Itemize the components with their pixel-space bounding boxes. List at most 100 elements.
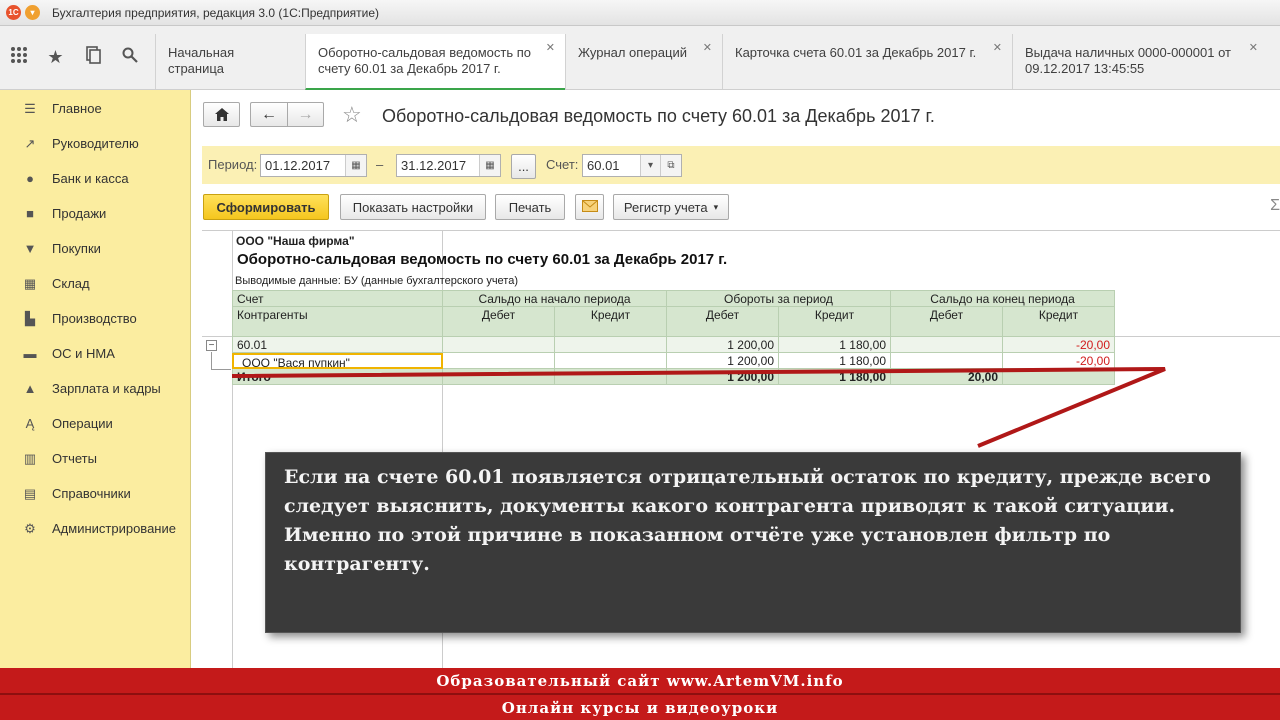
sidebar-item-label: Главное: [52, 101, 102, 116]
home-button[interactable]: [203, 102, 240, 127]
close-icon[interactable]: ✕: [993, 40, 1002, 56]
report-company: ООО "Наша фирма": [236, 234, 355, 248]
search-icon[interactable]: [111, 47, 148, 68]
back-button[interactable]: ←: [250, 102, 287, 127]
footer-banner: Образовательный сайт www.ArtemVM.info Он…: [0, 668, 1280, 720]
sidebar-item-management[interactable]: ↗ Руководителю: [0, 126, 191, 161]
period-label: Период:: [208, 157, 258, 172]
sidebar-item-label: Покупки: [52, 241, 101, 256]
annotation-note: Если на счете 60.01 появляется отрицател…: [265, 452, 1241, 633]
apps-grid-icon[interactable]: [0, 46, 37, 69]
factory-icon: ▙: [25, 310, 35, 326]
favorite-star-icon[interactable]: ☆: [342, 102, 362, 128]
sidebar-item-catalogs[interactable]: ▤ Справочники: [0, 476, 191, 511]
date-from-input[interactable]: 01.12.2017 ▦: [260, 154, 367, 177]
assets-icon: ▬: [23, 346, 37, 361]
sidebar-item-operations[interactable]: Ą Операции: [0, 406, 191, 441]
header-debit: Дебет: [667, 307, 779, 337]
header-debit: Дебет: [443, 307, 555, 337]
tab-account-card[interactable]: Карточка счета 60.01 за Декабрь 2017 г. …: [722, 34, 1012, 89]
main-menu-icon[interactable]: ▾: [25, 5, 40, 20]
chevron-down-icon[interactable]: ▾: [640, 155, 661, 176]
generate-button[interactable]: Сформировать: [203, 194, 329, 220]
note-text-2: Именно по этой причине в показанном отчё…: [284, 524, 1111, 575]
date-to-input[interactable]: 31.12.2017 ▦: [396, 154, 501, 177]
calendar-icon[interactable]: ▦: [479, 155, 500, 176]
tab-osv-report[interactable]: Оборотно-сальдовая ведомость по счету 60…: [305, 34, 565, 90]
history-icon[interactable]: [74, 46, 111, 69]
collapse-toggle-icon[interactable]: −: [206, 340, 217, 351]
sidebar-item-label: Операции: [52, 416, 113, 431]
sum-icon[interactable]: Σ: [1270, 197, 1280, 215]
cell-turn-credit: 1 180,00: [779, 353, 891, 369]
tab-label: Начальная страница: [168, 45, 235, 76]
tab-home[interactable]: Начальная страница: [155, 34, 305, 89]
operations-icon: Ą: [25, 416, 35, 431]
sidebar-item-assets[interactable]: ▬ ОС и НМА: [0, 336, 191, 371]
cell-turn-debit: 1 200,00: [667, 369, 779, 385]
show-settings-label: Показать настройки: [352, 199, 474, 215]
tab-label: Оборотно-сальдовая ведомость по счету 60…: [318, 45, 531, 76]
sidebar-item-production[interactable]: ▙ Производство: [0, 301, 191, 336]
tab-cash-issue[interactable]: Выдача наличных 0000-000001 от 09.12.201…: [1012, 34, 1268, 89]
sidebar-item-warehouse[interactable]: ▦ Склад: [0, 266, 191, 301]
header-opening: Сальдо на начало периода: [443, 290, 667, 307]
print-button[interactable]: Печать: [495, 194, 565, 220]
cell-close-debit: 20,00: [891, 369, 1003, 385]
show-settings-button[interactable]: Показать настройки: [340, 194, 486, 220]
open-icon[interactable]: ⧉: [660, 155, 681, 176]
sidebar-item-bank[interactable]: ● Банк и касса: [0, 161, 191, 196]
calendar-icon[interactable]: ▦: [345, 155, 366, 176]
sidebar-item-label: Банк и касса: [52, 171, 129, 186]
table-row-account[interactable]: 60.01: [232, 337, 443, 353]
table-row-counterparty[interactable]: ООО "Вася пупкин": [232, 353, 443, 369]
tab-label: Карточка счета 60.01 за Декабрь 2017 г.: [735, 45, 977, 60]
cell-open-debit: [443, 369, 555, 385]
cell-open-credit: [555, 353, 667, 369]
header-counterparties: Контрагенты: [232, 307, 443, 337]
tree-line: [211, 369, 231, 370]
header-closing: Сальдо на конец периода: [891, 290, 1115, 307]
people-icon: ▲: [23, 381, 37, 396]
ruble-coin-icon: ●: [26, 171, 34, 186]
period-select-button[interactable]: ...: [511, 154, 536, 179]
sidebar-item-label: Склад: [52, 276, 90, 291]
cell-turn-credit: 1 180,00: [779, 369, 891, 385]
tab-label: Журнал операций: [578, 45, 687, 60]
sidebar-item-sales[interactable]: ■ Продажи: [0, 196, 191, 231]
sidebar-item-reports[interactable]: ▥ Отчеты: [0, 441, 191, 476]
catalogs-icon: ▤: [23, 485, 37, 501]
cell-open-debit: [443, 337, 555, 353]
close-icon[interactable]: ✕: [546, 40, 555, 56]
close-icon[interactable]: ✕: [1249, 40, 1258, 56]
tab-label: Выдача наличных 0000-000001 от 09.12.201…: [1025, 45, 1231, 76]
footer-divider: [0, 693, 1280, 695]
sidebar-item-main[interactable]: ☰ Главное: [0, 91, 191, 126]
register-button[interactable]: Регистр учета ▾: [613, 194, 729, 220]
footer-courses: Онлайн курсы и видеоуроки: [501, 699, 779, 717]
sidebar-item-purchases[interactable]: ▼ Покупки: [0, 231, 191, 266]
favorites-star-icon[interactable]: ★: [37, 47, 74, 68]
forward-button[interactable]: →: [287, 102, 324, 127]
report-title: Оборотно-сальдовая ведомость по счету 60…: [237, 251, 728, 268]
email-button[interactable]: [575, 194, 604, 220]
reports-icon: ▥: [23, 450, 37, 466]
close-icon[interactable]: ✕: [703, 40, 712, 56]
sidebar-item-admin[interactable]: ⚙ Администрирование: [0, 511, 191, 546]
cell-close-debit: [891, 353, 1003, 369]
sidebar-item-label: Продажи: [52, 206, 107, 221]
cell-close-credit: [1003, 369, 1115, 385]
chevron-down-icon: ▾: [713, 201, 719, 212]
sidebar-item-label: Зарплата и кадры: [52, 381, 161, 396]
report-subtitle: Выводимые данные: БУ (данные бухгалтерск…: [235, 275, 518, 287]
header-credit: Кредит: [779, 307, 891, 337]
gear-icon: ⚙: [24, 520, 36, 536]
cell-open-credit: [555, 369, 667, 385]
account-input[interactable]: 60.01 ▾ ⧉: [582, 154, 682, 177]
app-logo-icon[interactable]: 1С: [6, 5, 21, 20]
window-title: Бухгалтерия предприятия, редакция 3.0 (1…: [52, 5, 380, 20]
sidebar-item-salary[interactable]: ▲ Зарплата и кадры: [0, 371, 191, 406]
tab-journal[interactable]: Журнал операций ✕: [565, 34, 722, 89]
sidebar-item-label: Производство: [52, 311, 137, 326]
sidebar-item-label: ОС и НМА: [52, 346, 115, 361]
